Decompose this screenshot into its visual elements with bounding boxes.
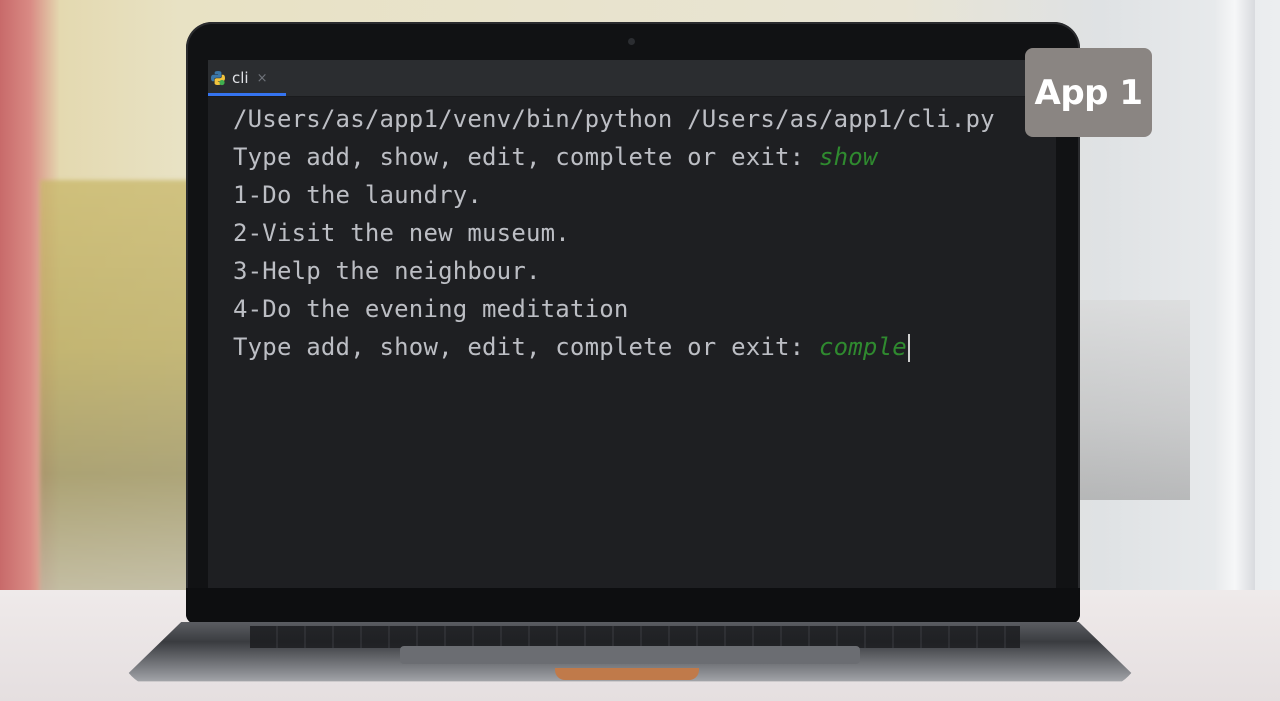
python-icon — [211, 71, 225, 86]
tab-label: cli — [232, 69, 249, 87]
app-badge: App 1 — [1025, 48, 1152, 137]
todo-item: 3-Help the neighbour. — [233, 257, 541, 285]
console-line: 1-Do the laundry. — [233, 176, 1046, 214]
background-shelf — [40, 180, 200, 600]
close-icon[interactable]: × — [257, 71, 268, 86]
active-tab-indicator — [208, 93, 286, 96]
trackpad — [400, 646, 860, 664]
text-caret — [907, 334, 910, 362]
tab-bar: cli × — [208, 60, 1056, 97]
tab-cli[interactable]: cli × — [208, 60, 286, 96]
console-line: 3-Help the neighbour. — [233, 252, 1046, 290]
todo-item: 2-Visit the new museum. — [233, 219, 570, 247]
webcam — [628, 38, 635, 45]
user-input[interactable]: comple — [819, 333, 907, 361]
todo-item: 4-Do the evening meditation — [233, 295, 629, 323]
todo-item: 1-Do the laundry. — [233, 181, 483, 209]
background-cabinet — [1080, 300, 1190, 500]
console-prompt: Type add, show, edit, complete or exit: — [233, 333, 819, 361]
console-text: /Users/as/app1/venv/bin/python /Users/as… — [233, 105, 995, 133]
console-prompt: Type add, show, edit, complete or exit: — [233, 143, 819, 171]
console-line[interactable]: Type add, show, edit, complete or exit: … — [233, 328, 1046, 366]
console-output[interactable]: /Users/as/app1/venv/bin/python /Users/as… — [233, 100, 1046, 366]
lid-notch — [555, 668, 699, 680]
terminal-window: cli × /Users/as/app1/venv/bin/python /Us… — [208, 60, 1056, 588]
keyboard — [250, 626, 1020, 648]
console-line: 4-Do the evening meditation — [233, 290, 1046, 328]
console-line: Type add, show, edit, complete or exit: … — [233, 138, 1046, 176]
console-line: /Users/as/app1/venv/bin/python /Users/as… — [233, 100, 1046, 138]
screen-bezel-bottom — [186, 588, 1080, 624]
console-line: 2-Visit the new museum. — [233, 214, 1046, 252]
badge-label: App 1 — [1034, 72, 1143, 113]
background-pillar — [1215, 0, 1255, 600]
user-input: show — [818, 143, 878, 171]
